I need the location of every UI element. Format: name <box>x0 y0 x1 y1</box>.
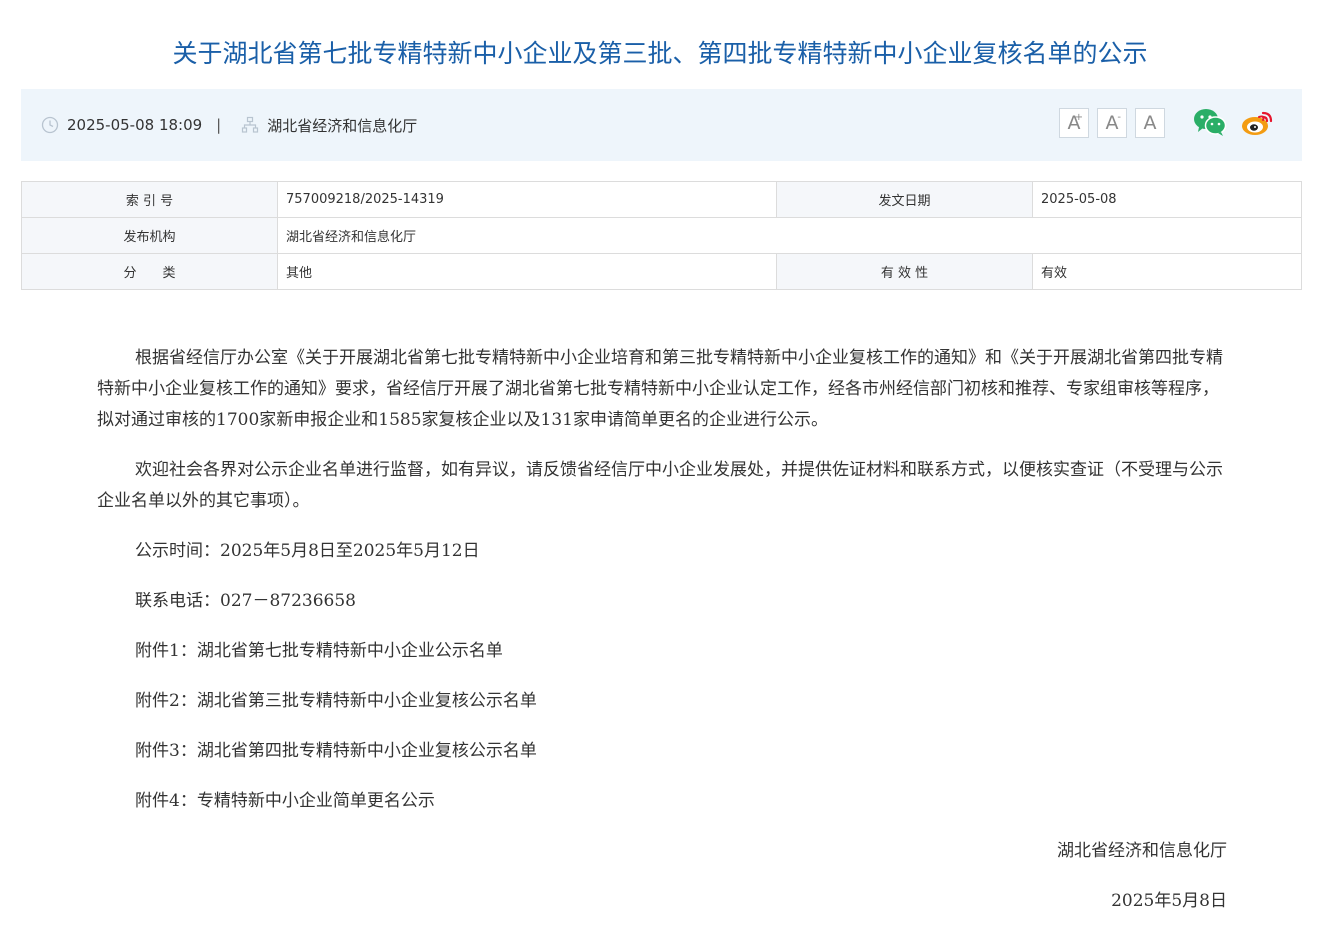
signature-org: 湖北省经济和信息化厅 <box>1057 841 1227 861</box>
validity-label: 有 效 性 <box>776 253 1033 290</box>
org-icon <box>241 116 259 134</box>
table-row: 发布机构 湖北省经济和信息化厅 <box>21 217 1302 254</box>
validity-value: 有效 <box>1032 253 1302 290</box>
attachment-link[interactable]: 附件3：湖北省第四批专精特新中小企业复核公示名单 <box>97 736 1227 767</box>
meta-table: 索 引 号 757009218/2025-14319 发文日期 2025-05-… <box>21 181 1302 290</box>
signature-date: 2025年5月8日 <box>1111 891 1227 911</box>
contact-phone: 联系电话：027－87236658 <box>135 591 356 611</box>
weibo-icon[interactable] <box>1241 107 1275 137</box>
clock-icon <box>41 116 59 134</box>
page-title: 关于湖北省第七批专精特新中小企业及第三批、第四批专精特新中小企业复核名单的公示 <box>172 38 1148 68</box>
font-larger-button[interactable]: A + <box>1059 108 1089 138</box>
publisher-value: 湖北省经济和信息化厅 <box>277 217 1302 254</box>
font-reset-button[interactable]: A <box>1135 108 1165 138</box>
date-label: 发文日期 <box>776 181 1033 218</box>
index-value: 757009218/2025-14319 <box>277 181 777 218</box>
info-bar: 2025-05-08 18:09 | 湖北省经济和信息化厅 A + A- A <box>21 89 1302 161</box>
date-value: 2025-05-08 <box>1032 181 1302 218</box>
table-row: 索 引 号 757009218/2025-14319 发文日期 2025-05-… <box>21 181 1302 218</box>
paragraph: 根据省经信厅办公室《关于开展湖北省第七批专精特新中小企业培育和第三批专精特新中小… <box>97 348 1223 430</box>
attachment-link[interactable]: 附件2：湖北省第三批专精特新中小企业复核公示名单 <box>97 686 1227 717</box>
attachment-link[interactable]: 附件4：专精特新中小企业简单更名公示 <box>97 786 1227 817</box>
publisher-label: 发布机构 <box>21 217 278 254</box>
info-separator: | <box>216 116 222 134</box>
article-body: 根据省经信厅办公室《关于开展湖北省第七批专精特新中小企业培育和第三批专精特新中小… <box>97 343 1227 936</box>
index-label: 索 引 号 <box>21 181 278 218</box>
paragraph: 欢迎社会各界对公示企业名单进行监督，如有异议，请反馈省经信厅中小企业发展处，并提… <box>97 460 1223 511</box>
attachment-link[interactable]: 附件1：湖北省第七批专精特新中小企业公示名单 <box>97 636 1227 667</box>
notice-period: 公示时间：2025年5月8日至2025年5月12日 <box>135 541 480 561</box>
wechat-icon[interactable] <box>1193 107 1227 137</box>
category-value: 其他 <box>277 253 777 290</box>
category-label: 分 类 <box>21 253 278 290</box>
publish-datetime: 2025-05-08 18:09 <box>67 116 203 134</box>
table-row: 分 类 其他 有 效 性 有效 <box>21 253 1302 290</box>
font-smaller-button[interactable]: A- <box>1097 108 1127 138</box>
publish-source: 湖北省经济和信息化厅 <box>267 116 418 135</box>
